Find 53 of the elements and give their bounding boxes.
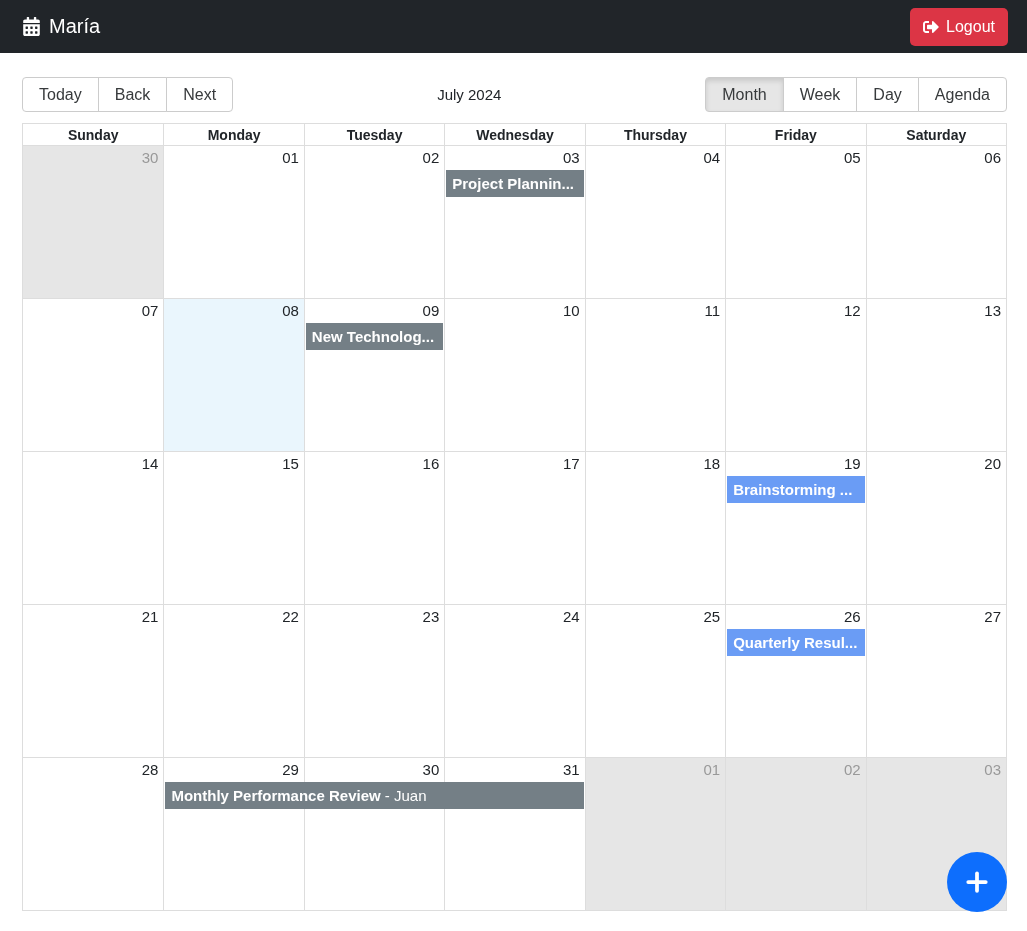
logout-icon xyxy=(923,18,940,35)
weekday-header: Sunday xyxy=(66,126,120,145)
date-number[interactable]: 06 xyxy=(984,149,1001,166)
date-number[interactable]: 13 xyxy=(984,302,1001,319)
event-bar[interactable]: New Technolog... xyxy=(305,323,444,350)
weekday-header: Monday xyxy=(163,124,304,145)
date-number[interactable]: 04 xyxy=(703,149,721,166)
date-number[interactable]: 31 xyxy=(563,761,580,778)
user-name: María xyxy=(49,15,101,38)
date-number[interactable]: 08 xyxy=(282,302,299,319)
date-number[interactable]: 02 xyxy=(422,149,440,166)
view-tab[interactable]: Agenda xyxy=(917,77,1007,112)
date-number[interactable]: 07 xyxy=(141,302,159,319)
month-label: July 2024 xyxy=(437,86,502,103)
nav-button[interactable]: Today xyxy=(22,77,99,112)
date-number[interactable]: 09 xyxy=(422,302,440,319)
date-number[interactable]: 21 xyxy=(141,608,159,625)
date-number[interactable]: 24 xyxy=(563,608,580,625)
date-number[interactable]: 28 xyxy=(141,761,159,778)
date-number[interactable]: 27 xyxy=(984,608,1001,625)
date-number[interactable]: 30 xyxy=(422,761,440,778)
date-number[interactable]: 05 xyxy=(843,149,861,166)
date-number[interactable]: 23 xyxy=(422,608,440,625)
date-number[interactable]: 11 xyxy=(704,302,721,319)
logout-button[interactable]: Logout xyxy=(910,7,1008,46)
date-number[interactable]: 17 xyxy=(563,455,580,472)
view-tab[interactable]: Month xyxy=(705,77,784,112)
weekday-header: Saturday xyxy=(865,124,1006,145)
date-number[interactable]: 25 xyxy=(703,608,721,625)
date-number[interactable]: 10 xyxy=(563,302,580,319)
view-tab[interactable]: Day xyxy=(856,77,919,112)
date-number[interactable]: 18 xyxy=(703,455,721,472)
date-number[interactable]: 16 xyxy=(422,455,440,472)
date-number[interactable]: 01 xyxy=(282,149,299,166)
weekday-header: Thursday xyxy=(584,124,726,145)
weekday-header: Wednesday xyxy=(444,124,585,145)
date-number[interactable]: 12 xyxy=(843,302,861,319)
weekday-header: Friday xyxy=(725,124,866,145)
date-number[interactable]: 19 xyxy=(843,455,861,472)
calendar-icon xyxy=(22,17,41,36)
nav-button[interactable]: Back xyxy=(97,77,168,112)
date-number[interactable]: 03 xyxy=(563,149,580,166)
view-tab[interactable]: Week xyxy=(782,77,858,112)
date-number[interactable]: 20 xyxy=(984,455,1001,472)
date-number[interactable]: 14 xyxy=(141,455,159,472)
event-bar[interactable]: Monthly Performance Review - Juan xyxy=(165,782,584,809)
date-number[interactable]: 29 xyxy=(282,761,299,778)
date-number[interactable]: 22 xyxy=(282,608,299,625)
nav-button[interactable]: Next xyxy=(166,77,234,112)
weekday-header: Tuesday xyxy=(303,124,445,145)
event-bar[interactable]: Project Plannin... xyxy=(446,170,584,197)
date-number[interactable]: 26 xyxy=(843,608,861,625)
date-number[interactable]: 15 xyxy=(282,455,299,472)
